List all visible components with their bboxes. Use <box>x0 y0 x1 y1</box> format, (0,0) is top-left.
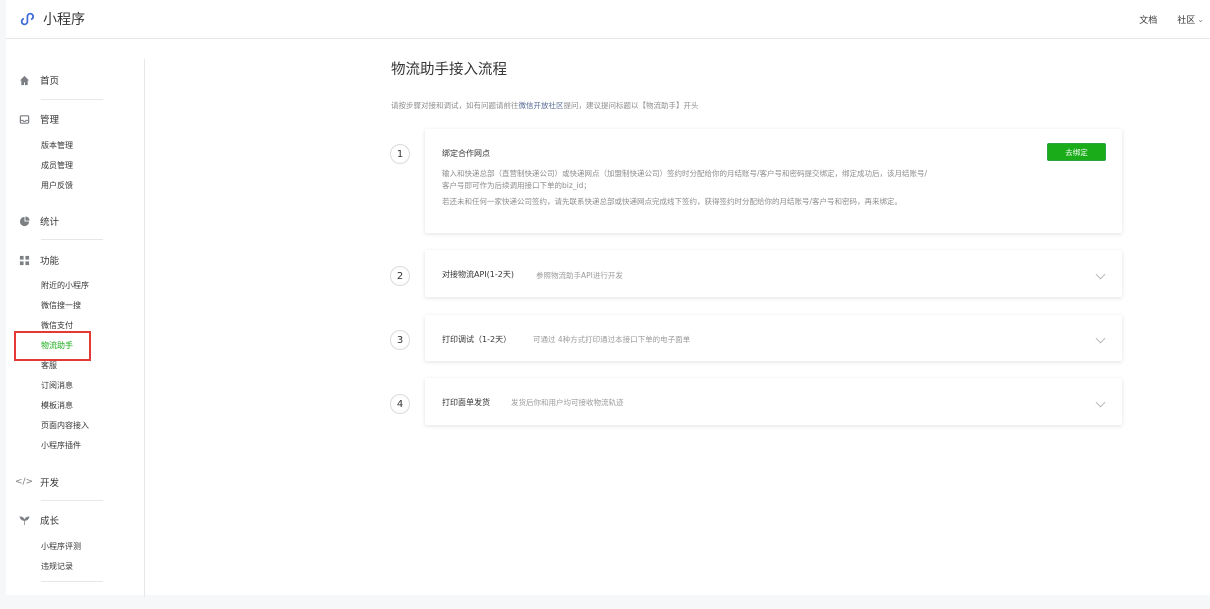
sidebar-item-wechat-search[interactable]: 微信搜一搜 <box>41 301 81 311</box>
sidebar-item-label: 开发 <box>40 478 60 489</box>
docs-link[interactable]: 文档 <box>1139 13 1157 26</box>
sidebar-item-label: 管理 <box>40 115 60 126</box>
nav-group-features: 功能 <box>18 250 59 270</box>
inbox-icon <box>18 113 30 125</box>
step-title: 绑定合作网点 <box>442 149 490 158</box>
sidebar-item-plugins[interactable]: 小程序插件 <box>41 441 81 451</box>
divider <box>41 239 103 240</box>
miniprogram-logo-icon <box>20 12 35 26</box>
sidebar-item-user-feedback[interactable]: 用户反馈 <box>41 181 73 191</box>
sidebar-item-manage[interactable]: 管理 <box>18 109 59 129</box>
sidebar-item-label: 统计 <box>40 217 60 228</box>
step-number: 4 <box>390 394 410 414</box>
sprout-icon <box>18 514 30 526</box>
sidebar-item-page-content[interactable]: 页面内容接入 <box>41 421 89 431</box>
divider <box>41 99 103 100</box>
sidebar-item-nearby-miniprogram[interactable]: 附近的小程序 <box>41 281 89 291</box>
sidebar-item-member-management[interactable]: 成员管理 <box>41 161 73 171</box>
divider <box>41 500 103 501</box>
step-description: 输入和快递总部（直营制快递公司）或快递网点（加盟制快递公司）签约时分配给你的月结… <box>442 168 927 208</box>
step-title: 打印调试（1-2天） <box>442 335 512 344</box>
step-card-ship[interactable]: 打印面单发货 发货后你和用户均可接收物流轨迹 <box>425 378 1122 425</box>
nav-group-stats: 统计 <box>18 211 59 231</box>
nav-group-develop: </> 开发 <box>14 472 60 492</box>
step-number: 1 <box>390 144 410 164</box>
chevron-down-icon[interactable] <box>1095 269 1106 279</box>
pie-chart-icon <box>18 215 30 227</box>
step-card-api[interactable]: 对接物流API(1-2天) 参照物流助手API进行开发 <box>425 250 1122 297</box>
nav-group-home: 首页 <box>18 70 59 90</box>
home-icon <box>18 74 30 86</box>
community-link-inline[interactable]: 微信开放社区 <box>519 101 564 110</box>
sidebar-item-version-management[interactable]: 版本管理 <box>41 141 73 151</box>
step-desc: 发货后你和用户均可接收物流轨迹 <box>511 398 624 407</box>
step-card-bind: 绑定合作网点 去绑定 输入和快递总部（直营制快递公司）或快递网点（加盟制快递公司… <box>425 129 1122 233</box>
sidebar-item-home[interactable]: 首页 <box>18 70 59 90</box>
sidebar-item-label: 成长 <box>40 516 60 527</box>
step-number: 2 <box>390 266 410 286</box>
chevron-down-icon[interactable] <box>1095 397 1106 407</box>
code-icon: </> <box>14 477 34 487</box>
sidebar-item-violation-records[interactable]: 违规记录 <box>41 562 73 572</box>
intro-before: 请按步骤对接和调试，如有问题请前往 <box>391 101 519 110</box>
highlight-box <box>14 331 91 361</box>
top-links: 文档 社区 ⌄ <box>1139 13 1204 26</box>
sidebar-item-label: 功能 <box>40 256 60 267</box>
step-title: 打印面单发货 <box>442 398 490 407</box>
sidebar-item-label: 首页 <box>40 76 60 87</box>
sidebar: 首页 管理 版本管理 成员管理 用户反馈 统计 功能 附近的小程序 微信搜一搜 … <box>6 59 145 597</box>
sidebar-item-wechat-pay[interactable]: 微信支付 <box>41 321 73 331</box>
bind-button[interactable]: 去绑定 <box>1047 143 1106 161</box>
intro-after: 提问，建议提问标题以【物流助手】开头 <box>563 101 699 110</box>
sidebar-item-customer-service[interactable]: 客服 <box>41 361 57 371</box>
step-paragraph: 输入和快递总部（直营制快递公司）或快递网点（加盟制快递公司）签约时分配给你的月结… <box>442 169 928 178</box>
main-panel: 首页 管理 版本管理 成员管理 用户反馈 统计 功能 附近的小程序 微信搜一搜 … <box>6 39 1210 597</box>
step-paragraph: 若还未和任何一家快递公司签约，请先联系快递总部或快递网点完成线下签约，获得签约时… <box>442 197 903 206</box>
step-title: 对接物流API(1-2天) <box>442 270 514 279</box>
step-desc: 参照物流助手API进行开发 <box>536 271 623 280</box>
intro-text: 请按步骤对接和调试，如有问题请前往微信开放社区提问，建议提问标题以【物流助手】开… <box>391 100 699 111</box>
step-paragraph: 客户号即可作为后续调用接口下单的biz_id； <box>442 181 591 190</box>
sidebar-item-subscribe-messages[interactable]: 订阅消息 <box>41 381 73 391</box>
grid-icon <box>18 254 30 266</box>
community-menu[interactable]: 社区 ⌄ <box>1177 13 1204 26</box>
top-bar: 小程序 文档 社区 ⌄ <box>6 0 1210 39</box>
sidebar-item-template-messages[interactable]: 模板消息 <box>41 401 73 411</box>
step-number: 3 <box>390 330 410 350</box>
sidebar-item-evaluation[interactable]: 小程序评测 <box>41 542 81 552</box>
brand-name: 小程序 <box>43 12 85 28</box>
step-desc: 可通过 4种方式打印通过本接口下单的电子面单 <box>533 335 691 344</box>
chevron-down-icon: ⌄ <box>1197 15 1204 24</box>
sidebar-item-stats[interactable]: 统计 <box>18 211 59 231</box>
step-card-print-debug[interactable]: 打印调试（1-2天） 可通过 4种方式打印通过本接口下单的电子面单 <box>425 315 1122 361</box>
sidebar-item-growth[interactable]: 成长 <box>18 510 59 530</box>
brand-logo[interactable]: 小程序 <box>19 9 85 29</box>
nav-group-manage: 管理 <box>18 109 59 129</box>
sidebar-item-features[interactable]: 功能 <box>18 250 59 270</box>
chevron-down-icon[interactable] <box>1095 333 1106 344</box>
divider <box>41 581 103 582</box>
nav-group-growth: 成长 <box>18 510 59 530</box>
sidebar-item-develop[interactable]: </> 开发 <box>14 472 60 492</box>
community-link: 社区 <box>1177 16 1196 26</box>
page-title: 物流助手接入流程 <box>391 62 507 78</box>
